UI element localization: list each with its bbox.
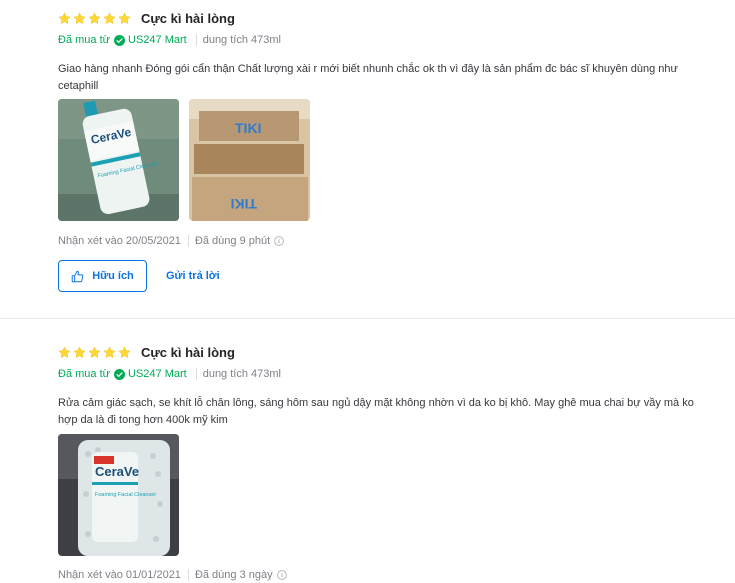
product-text: Foaming Facial Cleanser [95,492,156,498]
star-icon [88,12,101,24]
seller-name[interactable]: US247 Mart [128,34,187,46]
brand-text: CeraVe [95,464,139,479]
review-photos: CeraVe Foaming Facial Cleanser TIKI TIKI [58,99,310,221]
star-icon [103,12,116,24]
review-content: Giao hàng nhanh Đóng gói cẩn thận Chất l… [58,63,678,92]
review-title: Cực kì hài lòng [141,11,235,26]
review-item: Cực kì hài lòng Đã mua từ US247 Mart dun… [0,0,735,319]
tiki-package-image: TIKI TIKI [189,99,310,221]
purchase-info: Đã mua từ US247 Mart dung tích 473ml [58,368,281,380]
divider [187,569,189,581]
divider [195,34,197,46]
verified-check-icon [114,368,125,380]
star-icon [103,346,116,358]
reply-button[interactable]: Gửi trả lời [166,270,220,282]
cleanser-bottle-image: CeraVe Foaming Facial Cleanser [58,434,179,556]
rating-row: Cực kì hài lòng [58,345,235,360]
verified-check-icon [114,34,125,46]
rating-row: Cực kì hài lòng [58,11,235,26]
star-icon [118,12,131,24]
review-photo[interactable]: CeraVe Foaming Facial Cleanser [58,99,179,221]
bought-from-label: Đã mua từ [58,34,110,46]
star-icon [73,346,86,358]
usage-duration: Đã dùng 3 ngày [194,569,273,581]
review-actions: Hữu ích Gửi trả lời [58,260,220,292]
usage-duration: Đã dùng 9 phút [194,235,271,247]
bought-from-label: Đã mua từ [58,368,110,380]
star-rating [58,346,131,359]
review-content: Rửa cảm giác sạch, se khít lỗ chân lông,… [58,397,694,426]
divider [195,368,197,380]
star-icon [73,12,86,24]
star-icon [58,12,71,24]
purchase-info: Đã mua từ US247 Mart dung tích 473ml [58,34,281,46]
review-item: Cực kì hài lòng Đã mua từ US247 Mart dun… [0,320,735,583]
variant-label: dung tích 473ml [202,34,281,46]
star-rating [58,12,131,25]
helpful-label: Hữu ích [92,270,134,282]
review-photo[interactable]: CeraVe Foaming Facial Cleanser [58,434,179,556]
seller-name[interactable]: US247 Mart [128,368,187,380]
review-title: Cực kì hài lòng [141,345,235,360]
thumbs-up-icon [71,270,84,282]
star-icon [88,346,101,358]
variant-label: dung tích 473ml [202,368,281,380]
info-icon[interactable] [276,570,287,580]
review-date: Nhận xét vào 20/05/2021 [58,235,181,247]
review-date-row: Nhận xét vào 20/05/2021 Đã dùng 9 phút [58,235,285,247]
svg-text:TIKI: TIKI [231,196,257,212]
star-icon [118,346,131,358]
divider [187,235,189,247]
review-photo[interactable]: TIKI TIKI [189,99,310,221]
review-date: Nhận xét vào 01/01/2021 [58,569,181,581]
info-icon[interactable] [274,236,285,246]
star-icon [58,346,71,358]
cleanser-bottle-image: CeraVe Foaming Facial Cleanser [58,99,179,221]
helpful-button[interactable]: Hữu ích [58,260,147,292]
review-date-row: Nhận xét vào 01/01/2021 Đã dùng 3 ngày [58,569,287,581]
review-photos: CeraVe Foaming Facial Cleanser [58,434,179,556]
package-text: TIKI [235,120,261,136]
